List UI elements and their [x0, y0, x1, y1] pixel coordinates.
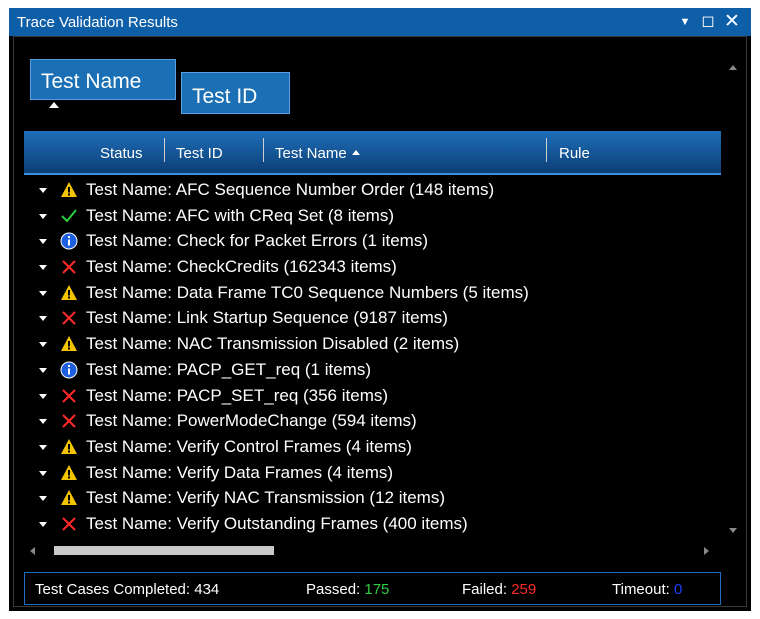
group-row-label: Test Name: PACP_SET_req (356 items)	[86, 385, 389, 405]
group-row[interactable]: Test Name: PACP_GET_req (1 items)	[26, 357, 716, 383]
passed-label: Passed:	[306, 581, 361, 598]
scroll-up-icon[interactable]	[729, 65, 737, 70]
info-icon	[60, 361, 78, 379]
close-icon[interactable]: ✕	[721, 11, 743, 33]
group-row-label: Test Name: Verify Control Frames (4 item…	[86, 436, 412, 456]
x-icon	[60, 387, 78, 405]
group-row[interactable]: Test Name: AFC Sequence Number Order (14…	[26, 177, 716, 203]
sort-ascending-icon	[49, 102, 59, 108]
warning-icon	[60, 464, 78, 482]
failed-summary: Failed: 259	[462, 581, 536, 598]
window-title: Trace Validation Results	[17, 14, 178, 31]
scrollbar-thumb[interactable]	[54, 546, 274, 555]
group-chip-test-name[interactable]: Test Name	[30, 59, 176, 108]
column-header-status[interactable]: Status	[100, 145, 143, 162]
group-rows: Test Name: AFC Sequence Number Order (14…	[26, 177, 716, 537]
expand-arrow-icon[interactable]	[39, 239, 47, 245]
expand-arrow-icon[interactable]	[39, 496, 47, 502]
expand-arrow-icon[interactable]	[39, 213, 47, 219]
group-row-label: Test Name: Data Frame TC0 Sequence Numbe…	[86, 282, 529, 302]
x-icon	[60, 515, 78, 533]
expand-arrow-icon[interactable]	[39, 367, 47, 373]
x-icon	[60, 412, 78, 430]
column-header-label: Test Name	[275, 145, 347, 162]
group-row-label: Test Name: AFC Sequence Number Order (14…	[86, 180, 495, 199]
title-bar: Trace Validation Results ▼ ◻ ✕	[9, 8, 751, 36]
warning-icon	[60, 181, 78, 199]
timeout-label: Timeout:	[612, 581, 670, 598]
x-icon	[60, 309, 78, 327]
group-row-label: Test Name: CheckCredits (162343 items)	[86, 257, 397, 277]
failed-label: Failed:	[462, 581, 508, 598]
group-row-label: Test Name: Verify NAC Transmission (12 i…	[86, 488, 445, 508]
summary-bar: Test Cases Completed: 434 Passed: 175 Fa…	[24, 572, 721, 605]
results-panel: Test Name Test ID Status Test ID Test Na…	[13, 36, 747, 607]
column-header-bar: Status Test ID Test Name Rule	[24, 131, 721, 175]
group-row-label: Test Name: PowerModeChange (594 items)	[86, 411, 417, 431]
group-row[interactable]: Test Name: Link Startup Sequence (9187 i…	[26, 305, 716, 331]
expand-arrow-icon[interactable]	[39, 393, 47, 399]
group-chip-test-id[interactable]: Test ID	[181, 72, 290, 114]
group-row-label: Test Name: Verify Data Frames (4 items)	[86, 462, 394, 482]
scroll-right-icon[interactable]	[704, 547, 709, 555]
check-icon	[60, 207, 78, 225]
sort-ascending-icon	[351, 150, 360, 155]
expand-arrow-icon[interactable]	[39, 444, 47, 450]
expand-arrow-icon[interactable]	[39, 265, 47, 271]
warning-icon	[60, 438, 78, 456]
group-row-label: Test Name: Verify Outstanding Frames (40…	[86, 513, 468, 533]
passed-summary: Passed: 175	[306, 581, 389, 598]
expand-arrow-icon[interactable]	[39, 316, 47, 322]
horizontal-scrollbar[interactable]	[24, 542, 721, 559]
completed-count: Test Cases Completed: 434	[35, 581, 220, 598]
scroll-down-icon[interactable]	[729, 528, 737, 533]
warning-icon	[60, 489, 78, 507]
maximize-icon[interactable]: ◻	[697, 11, 719, 33]
group-row[interactable]: Test Name: Verify Data Frames (4 items)	[26, 460, 716, 486]
column-divider[interactable]	[164, 138, 165, 162]
expand-arrow-icon[interactable]	[39, 521, 47, 527]
expand-arrow-icon[interactable]	[39, 470, 47, 476]
trace-validation-window: Trace Validation Results ▼ ◻ ✕ Test Name…	[9, 8, 751, 611]
column-header-test-id[interactable]: Test ID	[176, 145, 223, 162]
scroll-left-icon[interactable]	[30, 547, 35, 555]
window-menu-icon[interactable]: ▼	[674, 11, 696, 33]
timeout-summary: Timeout: 0	[612, 581, 682, 598]
group-row[interactable]: Test Name: Verify Outstanding Frames (40…	[26, 511, 716, 537]
expand-arrow-icon[interactable]	[39, 419, 47, 425]
group-row[interactable]: Test Name: NAC Transmission Disabled (2 …	[26, 331, 716, 357]
expand-arrow-icon[interactable]	[39, 342, 47, 348]
group-row-label: Test Name: NAC Transmission Disabled (2 …	[86, 334, 460, 354]
group-row[interactable]: Test Name: Verify Control Frames (4 item…	[26, 434, 716, 460]
group-row-label: Test Name: Link Startup Sequence (9187 i…	[86, 308, 448, 328]
group-chip-label: Test Name	[41, 70, 142, 93]
expand-arrow-icon[interactable]	[39, 290, 47, 296]
warning-icon	[60, 284, 78, 302]
group-row[interactable]: Test Name: PowerModeChange (594 items)	[26, 408, 716, 434]
group-row-label: Test Name: PACP_GET_req (1 items)	[86, 359, 371, 379]
group-chip-label: Test ID	[192, 85, 258, 108]
group-row[interactable]: Test Name: AFC with CReq Set (8 items)	[26, 203, 716, 229]
group-row[interactable]: Test Name: Check for Packet Errors (1 it…	[26, 228, 716, 254]
group-row[interactable]: Test Name: CheckCredits (162343 items)	[26, 254, 716, 280]
expand-arrow-icon[interactable]	[39, 188, 47, 193]
group-row-label: Test Name: AFC with CReq Set (8 items)	[86, 205, 394, 225]
group-row[interactable]: Test Name: Verify NAC Transmission (12 i…	[26, 485, 716, 511]
timeout-value: 0	[673, 581, 683, 598]
warning-icon	[60, 335, 78, 353]
passed-value: 175	[364, 581, 390, 598]
column-divider[interactable]	[546, 138, 547, 162]
group-row[interactable]: Test Name: Data Frame TC0 Sequence Numbe…	[26, 280, 716, 306]
group-row-label: Test Name: Check for Packet Errors (1 it…	[86, 231, 428, 251]
group-row[interactable]: Test Name: PACP_SET_req (356 items)	[26, 383, 716, 409]
column-divider[interactable]	[263, 138, 264, 162]
x-icon	[60, 258, 78, 276]
column-header-rule[interactable]: Rule	[559, 145, 590, 162]
info-icon	[60, 232, 78, 250]
failed-value: 259	[511, 581, 537, 598]
column-header-test-name[interactable]: Test Name	[275, 145, 360, 162]
